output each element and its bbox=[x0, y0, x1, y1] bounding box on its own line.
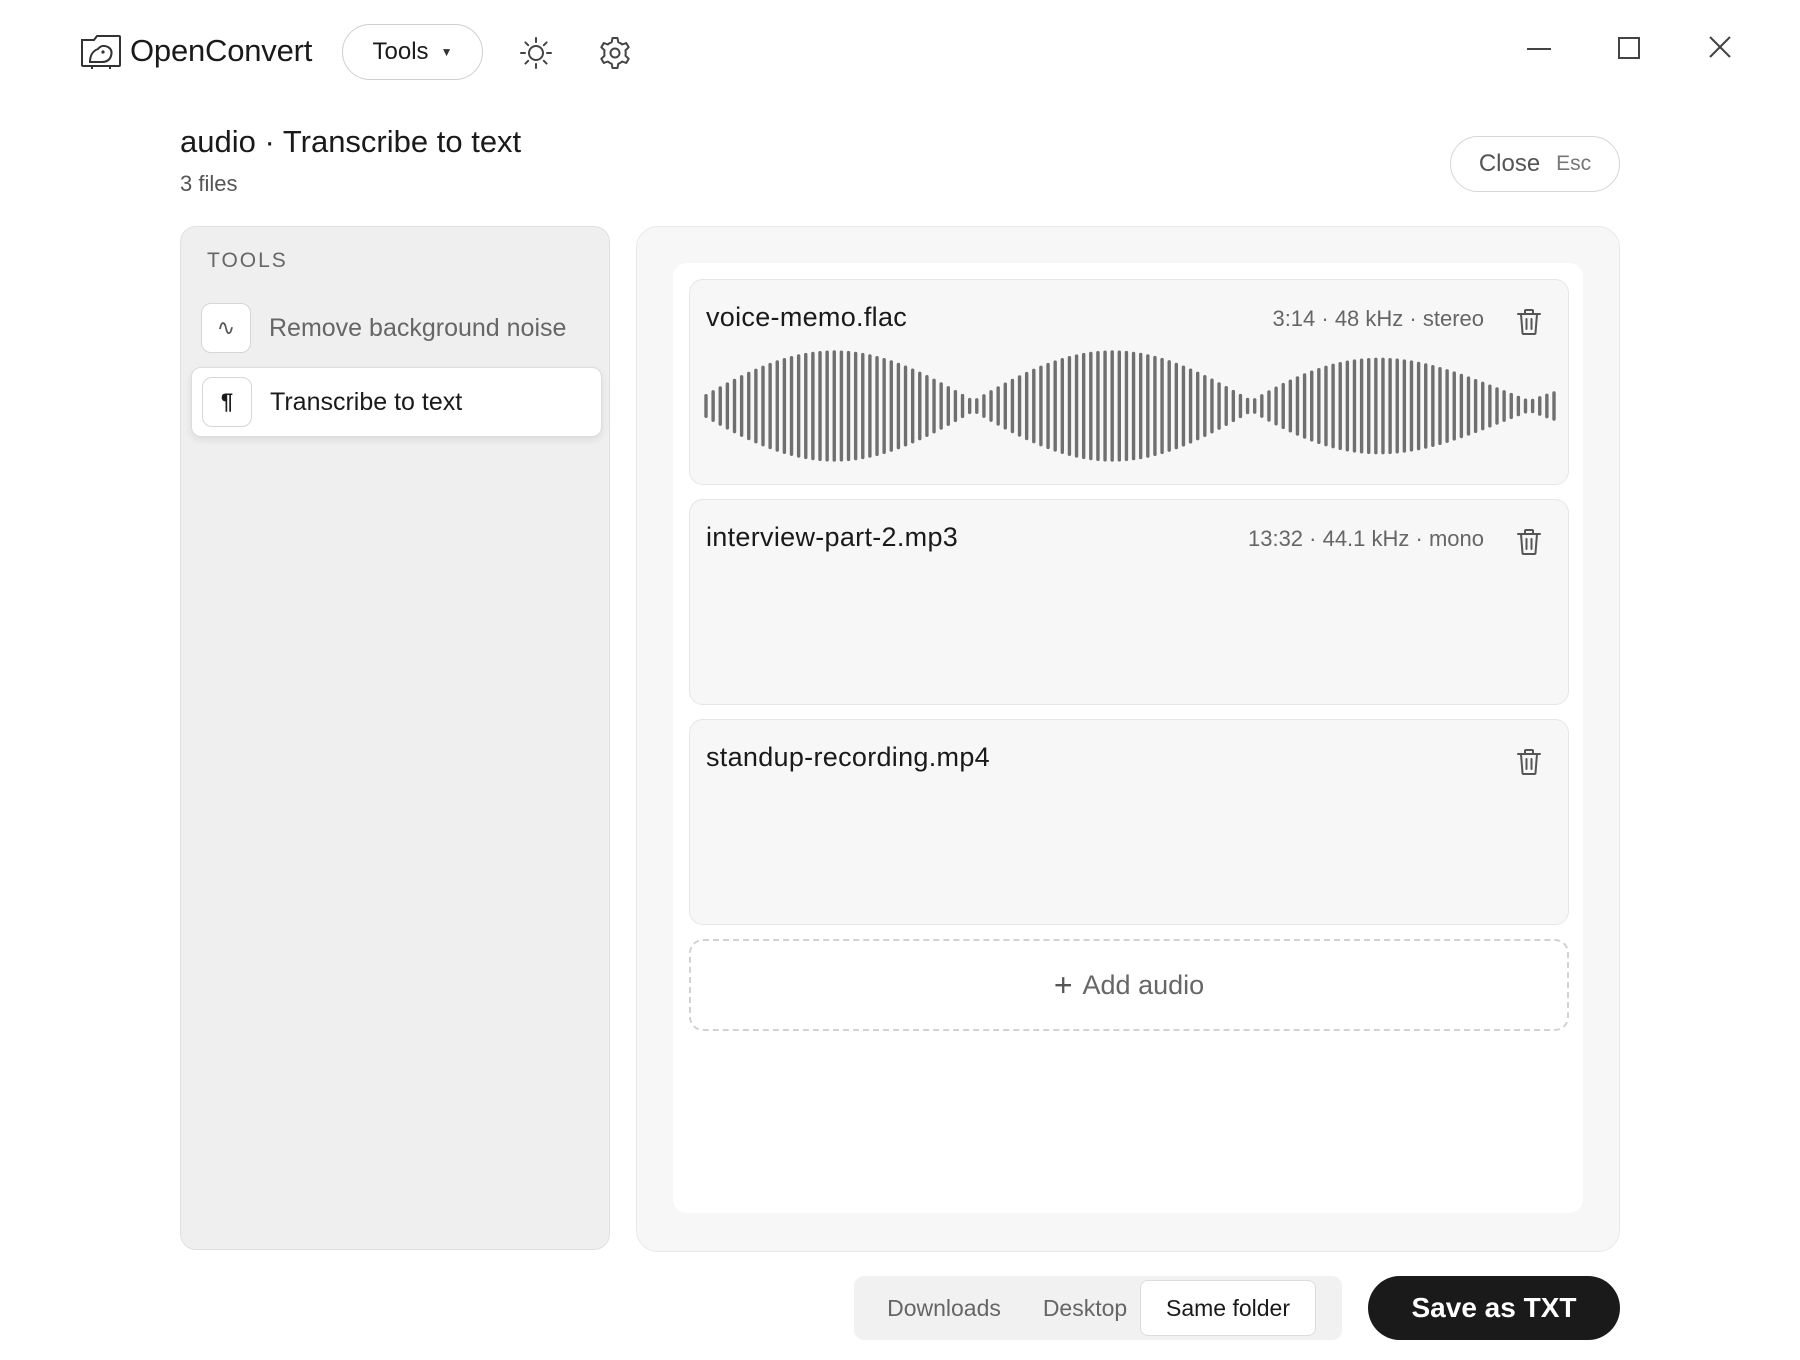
file-name: voice-memo.flac bbox=[706, 302, 908, 332]
close-button-label: Close bbox=[1478, 150, 1541, 177]
trash-icon[interactable] bbox=[1516, 748, 1542, 776]
file-meta: 13:32 · 44.1 kHz · mono bbox=[1247, 526, 1484, 551]
caret-down-icon: ▼ bbox=[440, 45, 453, 59]
title-bar: OpenConvert Tools ▼ bbox=[0, 0, 1800, 100]
destination-downloads[interactable]: Downloads bbox=[858, 1280, 1030, 1336]
file-name: standup-recording.mp4 bbox=[706, 742, 990, 772]
tool-item-remove-noise[interactable]: ∿ Remove background noise bbox=[191, 293, 602, 363]
minimize-icon[interactable] bbox=[1524, 28, 1554, 58]
destination-desktop[interactable]: Desktop bbox=[1030, 1280, 1140, 1336]
tools-heading: TOOLS bbox=[207, 249, 288, 272]
destination-same-folder[interactable]: Same folder bbox=[1140, 1280, 1316, 1336]
tool-item-label: Remove background noise bbox=[269, 313, 567, 342]
plus-icon: + bbox=[1053, 966, 1073, 1003]
page-title: audio · Transcribe to text bbox=[180, 124, 522, 159]
tools-menu-button[interactable]: Tools ▼ bbox=[342, 24, 483, 80]
gear-icon[interactable] bbox=[597, 35, 633, 71]
app-name: OpenConvert bbox=[130, 33, 313, 68]
destination-selector: Downloads Desktop Same folder bbox=[854, 1276, 1342, 1340]
wave-icon: ∿ bbox=[201, 303, 251, 353]
add-audio-label: Add audio bbox=[1082, 969, 1205, 1000]
tool-item-transcribe[interactable]: ¶ Transcribe to text bbox=[191, 367, 602, 437]
waveform bbox=[704, 350, 1556, 462]
file-count: 3 files bbox=[180, 171, 238, 196]
tools-panel: TOOLS ∿ Remove background noise ¶ Transc… bbox=[180, 226, 610, 1250]
file-list: voice-memo.flac 3:14 · 48 kHz · stereo i… bbox=[673, 263, 1583, 1213]
close-icon[interactable] bbox=[1705, 32, 1735, 62]
save-as-txt-button[interactable]: Save as TXT bbox=[1368, 1276, 1620, 1340]
trash-icon[interactable] bbox=[1516, 528, 1542, 556]
files-panel: voice-memo.flac 3:14 · 48 kHz · stereo i… bbox=[636, 226, 1620, 1252]
file-name: interview-part-2.mp3 bbox=[706, 522, 959, 552]
file-card: interview-part-2.mp3 13:32 · 44.1 kHz · … bbox=[689, 499, 1569, 705]
file-meta: 3:14 · 48 kHz · stereo bbox=[1272, 306, 1484, 331]
tool-item-label: Transcribe to text bbox=[270, 387, 463, 416]
close-shortcut-hint: Esc bbox=[1556, 152, 1592, 175]
pilcrow-icon: ¶ bbox=[202, 377, 252, 427]
trash-icon[interactable] bbox=[1516, 308, 1542, 336]
add-audio-button[interactable]: + Add audio bbox=[689, 939, 1569, 1031]
tools-menu-label: Tools bbox=[372, 38, 429, 65]
openconvert-logo-icon bbox=[81, 35, 121, 69]
maximize-icon[interactable] bbox=[1614, 34, 1644, 64]
close-button[interactable]: Close Esc bbox=[1450, 136, 1620, 192]
file-card: voice-memo.flac 3:14 · 48 kHz · stereo bbox=[689, 279, 1569, 485]
sun-icon[interactable] bbox=[518, 35, 554, 71]
file-card: standup-recording.mp4 bbox=[689, 719, 1569, 925]
